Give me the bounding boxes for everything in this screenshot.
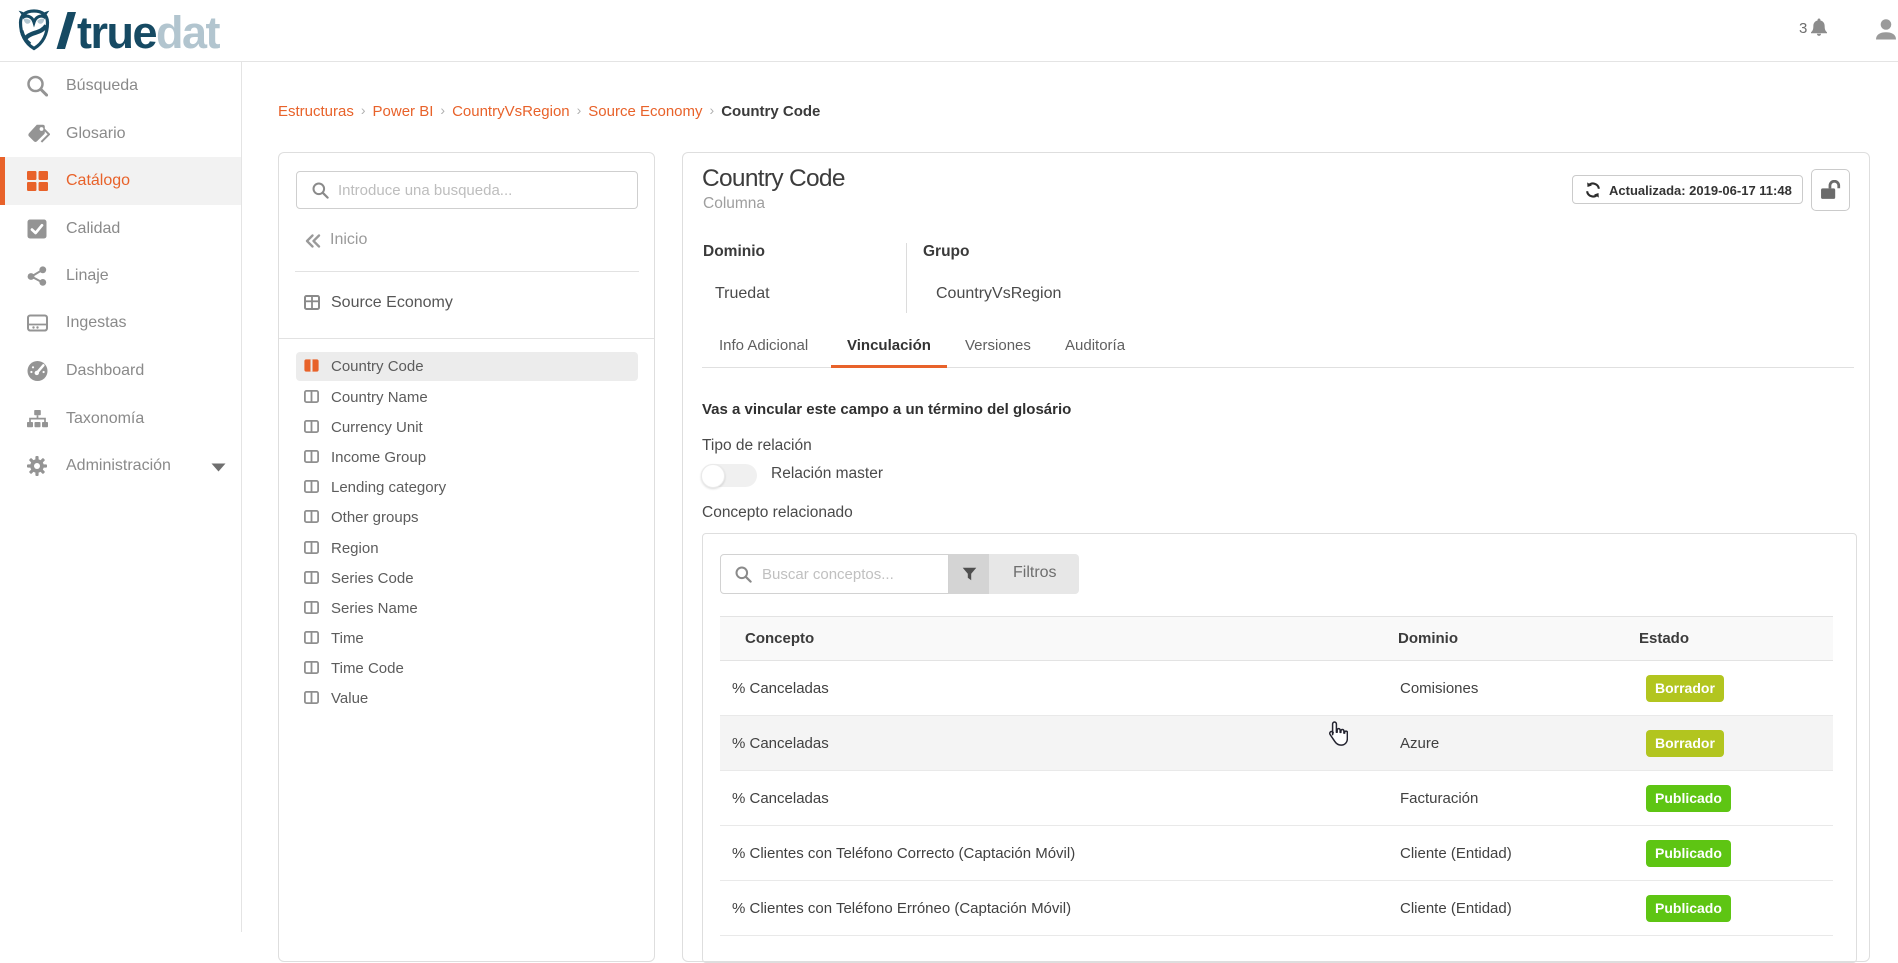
svg-text:truedat: truedat — [77, 7, 221, 56]
